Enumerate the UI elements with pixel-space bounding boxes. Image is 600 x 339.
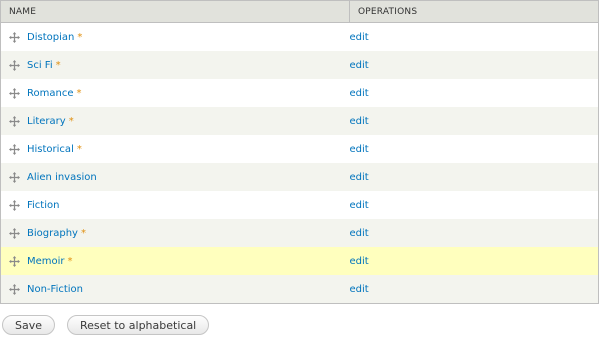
- edit-link[interactable]: edit: [350, 144, 369, 155]
- term-name-cell: Alien invasion: [1, 163, 350, 191]
- edit-link[interactable]: edit: [350, 256, 369, 267]
- operations-cell: edit: [350, 219, 599, 247]
- changed-marker: *: [55, 59, 61, 71]
- term-name-cell: Literary *: [1, 107, 350, 135]
- drag-handle-icon[interactable]: [1, 23, 27, 51]
- table-body: Distopian * edit Sci Fi * edit Romance * edit Lit…: [0, 22, 599, 304]
- column-header-name[interactable]: NAME: [0, 0, 350, 23]
- operations-cell: edit: [350, 191, 599, 219]
- term-link[interactable]: Fiction: [27, 200, 59, 211]
- table-row: Non-Fiction edit: [0, 275, 599, 304]
- changed-marker: *: [76, 87, 82, 99]
- operations-cell: edit: [350, 23, 599, 52]
- changed-marker: *: [80, 227, 86, 239]
- term-name-cell: Biography *: [1, 219, 350, 247]
- operations-cell: edit: [350, 51, 599, 79]
- table-row: Fiction edit: [0, 191, 599, 219]
- table-row: Memoir * edit: [0, 247, 599, 275]
- term-name-cell: Memoir *: [1, 247, 350, 275]
- save-button[interactable]: Save: [2, 315, 56, 335]
- drag-handle-icon[interactable]: [1, 219, 27, 247]
- term-name-cell: Romance *: [1, 79, 350, 107]
- edit-link[interactable]: edit: [350, 32, 369, 43]
- term-link[interactable]: Distopian: [27, 32, 74, 43]
- edit-link[interactable]: edit: [350, 88, 369, 99]
- term-link[interactable]: Romance: [27, 88, 73, 99]
- drag-handle-icon[interactable]: [1, 79, 27, 107]
- term-link[interactable]: Memoir: [27, 256, 65, 267]
- term-link[interactable]: Alien invasion: [27, 172, 97, 183]
- term-link[interactable]: Literary: [27, 116, 66, 127]
- drag-handle-icon[interactable]: [1, 51, 27, 79]
- term-link[interactable]: Sci Fi: [27, 60, 53, 71]
- edit-link[interactable]: edit: [350, 172, 369, 183]
- term-name-cell: Fiction: [1, 191, 350, 219]
- term-name-cell: Sci Fi *: [1, 51, 350, 79]
- edit-link[interactable]: edit: [350, 116, 369, 127]
- term-link[interactable]: Biography: [27, 228, 78, 239]
- table-row: Literary * edit: [0, 107, 599, 135]
- changed-marker: *: [68, 115, 74, 127]
- table-row: Romance * edit: [0, 79, 599, 107]
- term-link[interactable]: Historical: [27, 144, 74, 155]
- operations-cell: edit: [350, 163, 599, 191]
- operations-cell: edit: [350, 247, 599, 275]
- term-name-cell: Non-Fiction: [1, 275, 350, 304]
- term-link[interactable]: Non-Fiction: [27, 284, 83, 295]
- drag-handle-icon[interactable]: [1, 275, 27, 303]
- terms-table: NAME OPERATIONS Distopian * edit Sci Fi * edi…: [0, 0, 599, 304]
- operations-cell: edit: [350, 107, 599, 135]
- table-row: Alien invasion edit: [0, 163, 599, 191]
- operations-cell: edit: [350, 135, 599, 163]
- operations-cell: edit: [350, 275, 599, 304]
- edit-link[interactable]: edit: [350, 228, 369, 239]
- drag-handle-icon[interactable]: [1, 135, 27, 163]
- edit-link[interactable]: edit: [350, 200, 369, 211]
- term-name-cell: Distopian *: [1, 23, 350, 52]
- table-row: Sci Fi * edit: [0, 51, 599, 79]
- drag-handle-icon[interactable]: [1, 163, 27, 191]
- table-row: Biography * edit: [0, 219, 599, 247]
- changed-marker: *: [76, 143, 82, 155]
- drag-handle-icon[interactable]: [1, 247, 27, 275]
- column-header-operations: OPERATIONS: [349, 0, 599, 23]
- edit-link[interactable]: edit: [350, 284, 369, 295]
- term-name-cell: Historical *: [1, 135, 350, 163]
- drag-handle-icon[interactable]: [1, 191, 27, 219]
- form-actions: Save Reset to alphabetical: [2, 315, 210, 335]
- changed-marker: *: [67, 255, 73, 267]
- drag-handle-icon[interactable]: [1, 107, 27, 135]
- table-header-row: NAME OPERATIONS: [0, 0, 599, 23]
- edit-link[interactable]: edit: [350, 60, 369, 71]
- taxonomy-overview: NAME OPERATIONS Distopian * edit Sci Fi * edi…: [0, 0, 600, 339]
- reset-alphabetical-button[interactable]: Reset to alphabetical: [67, 315, 210, 335]
- operations-cell: edit: [350, 79, 599, 107]
- table-row: Historical * edit: [0, 135, 599, 163]
- table-row: Distopian * edit: [0, 22, 599, 52]
- changed-marker: *: [77, 31, 83, 43]
